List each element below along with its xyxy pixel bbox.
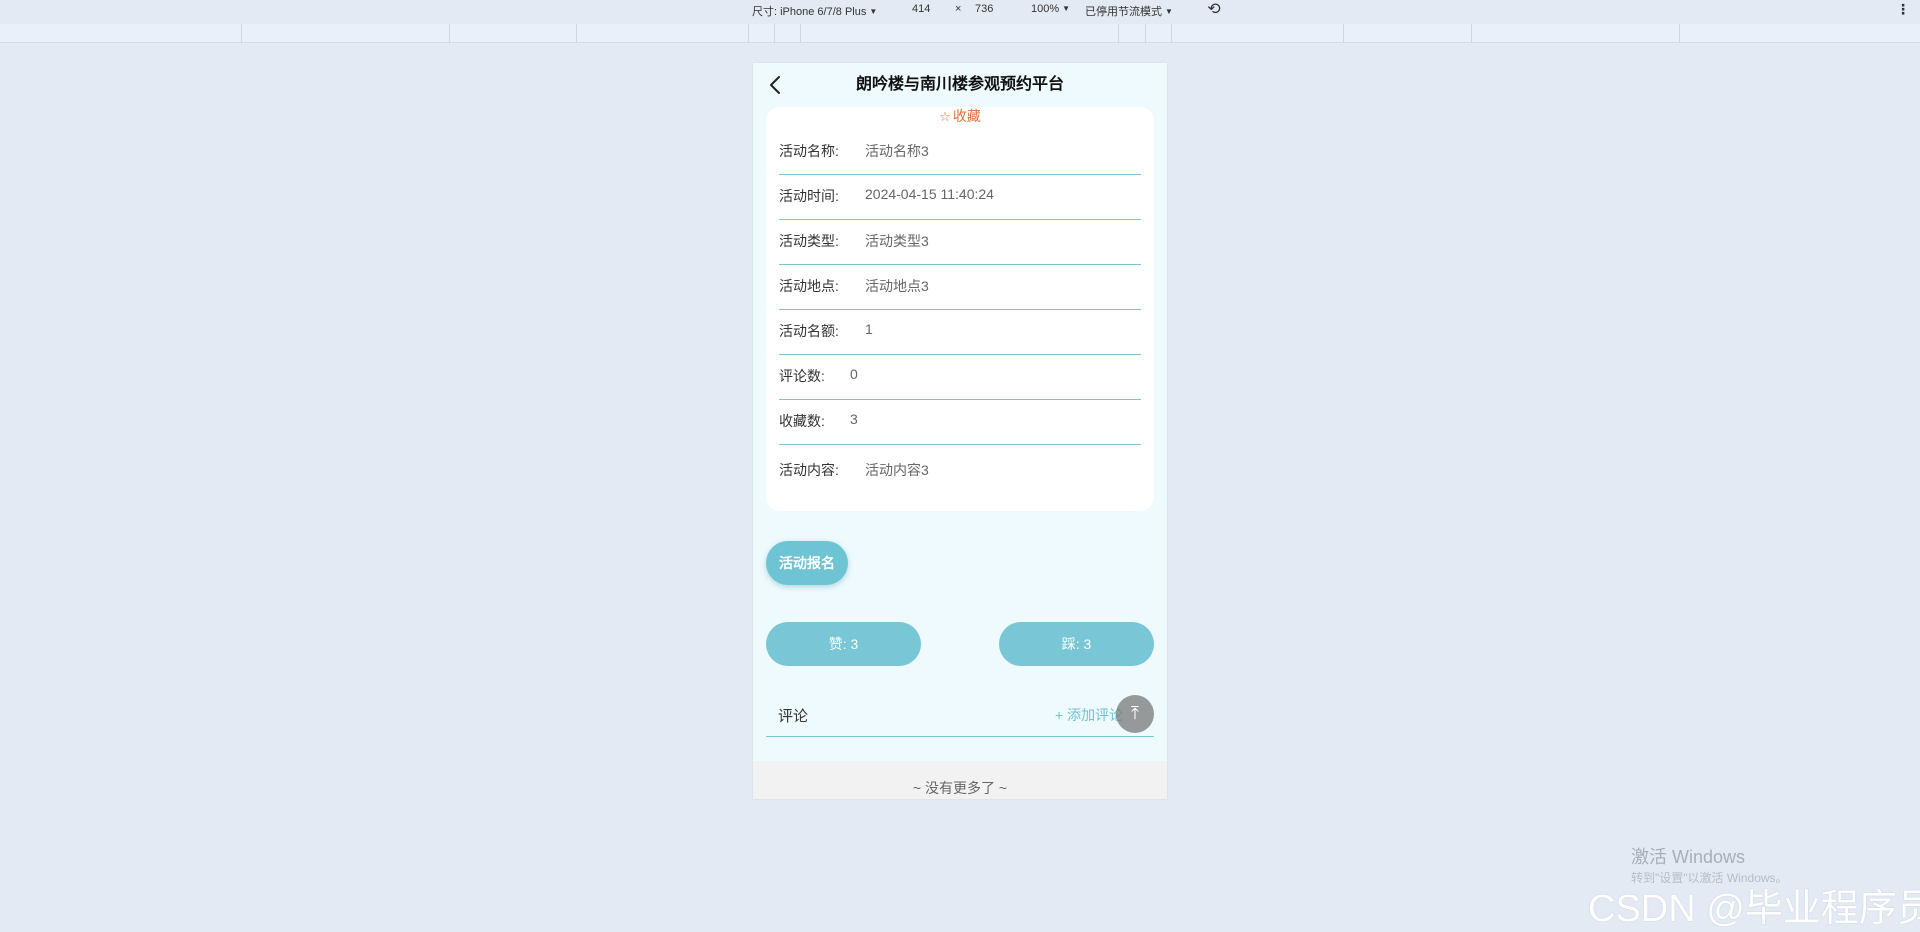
activity-detail-card: ☆ 收藏 活动名称: 活动名称3 活动时间: 2024-04-15 11:40:2… [766, 107, 1154, 511]
caret-down-icon: ▼ [869, 7, 878, 16]
zoom-select[interactable]: 100% ▼ [1031, 3, 1070, 15]
row-value: 活动类型3 [865, 233, 929, 249]
row-label: 评论数: [779, 368, 825, 384]
dislike-button[interactable]: 踩: 3 [999, 622, 1154, 666]
device-select-label: 尺寸: iPhone 6/7/8 Plus [752, 6, 867, 18]
times-sign: × [955, 3, 962, 15]
comment-header: 评论 + 添加评论 [766, 692, 1154, 737]
rotate-icon[interactable]: ⟲ [1204, 0, 1224, 20]
ruler-tick[interactable] [1343, 24, 1344, 42]
row-value: 2024-04-15 11:40:24 [865, 186, 994, 202]
row-value: 0 [850, 366, 858, 382]
caret-down-icon: ▼ [1062, 4, 1071, 13]
row-label: 活动时间: [779, 188, 839, 204]
more-options-icon[interactable]: ⋮ [1896, 1, 1910, 18]
row-label: 活动名额: [779, 323, 839, 339]
devtools-toolbar: 尺寸: iPhone 6/7/8 Plus ▼ 414 × 736 100% ▼ 已… [0, 0, 1920, 22]
ruler-tick[interactable] [800, 24, 801, 42]
ruler-tick[interactable] [748, 24, 749, 42]
detail-row-type: 活动类型: 活动类型3 [779, 219, 1141, 265]
back-to-top-icon[interactable]: ⤒ [1116, 695, 1154, 733]
detail-row-name: 活动名称: 活动名称3 [779, 129, 1141, 175]
detail-row-quota: 活动名额: 1 [779, 309, 1141, 355]
row-label: 活动内容: [779, 462, 839, 478]
width-input[interactable]: 414 [912, 3, 930, 15]
row-value: 活动名称3 [865, 143, 929, 159]
favorite-button[interactable]: ☆ 收藏 [766, 107, 1154, 126]
ruler-tick[interactable] [241, 24, 242, 42]
favorite-label: 收藏 [952, 108, 981, 124]
like-button[interactable]: 赞: 3 [766, 622, 921, 666]
page-title: 朗吟楼与南川楼参观预约平台 [855, 76, 1064, 93]
ruler-tick[interactable] [1171, 24, 1172, 42]
row-value: 活动内容3 [865, 462, 929, 478]
add-comment-button[interactable]: + 添加评论 [1055, 705, 1123, 725]
throttle-select[interactable]: 已停用节流模式 ▼ [1085, 3, 1173, 19]
caret-down-icon: ▼ [1165, 7, 1173, 16]
detail-row-time: 活动时间: 2024-04-15 11:40:24 [779, 174, 1141, 220]
windows-activation-title: 激活 Windows [1631, 847, 1746, 867]
star-icon: ☆ [939, 109, 951, 124]
ruler-tick[interactable] [576, 24, 577, 42]
detail-row-content: 活动内容: 活动内容3 [779, 444, 1141, 494]
detail-row-comment-count: 评论数: 0 [779, 354, 1141, 400]
throttle-select-label: 已停用节流模式 [1085, 6, 1162, 18]
row-value: 活动地点3 [865, 278, 929, 294]
no-more-footer: ~ 没有更多了 ~ [753, 761, 1167, 799]
csdn-watermark: CSDN @毕业程序员 [1588, 888, 1920, 930]
row-value: 3 [850, 411, 858, 427]
ruler-tick[interactable] [449, 24, 450, 42]
ruler-tick[interactable] [1118, 24, 1119, 42]
media-query-ruler [0, 24, 1920, 43]
detail-row-location: 活动地点: 活动地点3 [779, 264, 1141, 310]
comment-label: 评论 [778, 708, 809, 725]
ruler-tick[interactable] [1471, 24, 1472, 42]
height-input[interactable]: 736 [975, 3, 993, 15]
ruler-tick[interactable] [774, 24, 775, 42]
row-label: 活动类型: [779, 233, 839, 249]
ruler-tick[interactable] [1145, 24, 1146, 42]
top-nav-bar: 朗吟楼与南川楼参观预约平台 [753, 63, 1167, 107]
ruler-tick[interactable] [1679, 24, 1680, 42]
row-label: 收藏数: [779, 413, 825, 429]
detail-row-favorite-count: 收藏数: 3 [779, 399, 1141, 445]
row-value: 1 [865, 321, 873, 337]
phone-viewport: 朗吟楼与南川楼参观预约平台 ☆ 收藏 活动名称: 活动名称3 活动时间: 2024… [753, 63, 1167, 799]
signup-button[interactable]: 活动报名 [766, 541, 848, 585]
row-label: 活动地点: [779, 278, 839, 294]
device-select[interactable]: 尺寸: iPhone 6/7/8 Plus ▼ [752, 3, 877, 19]
zoom-select-label: 100% [1031, 3, 1060, 15]
row-label: 活动名称: [779, 143, 839, 159]
